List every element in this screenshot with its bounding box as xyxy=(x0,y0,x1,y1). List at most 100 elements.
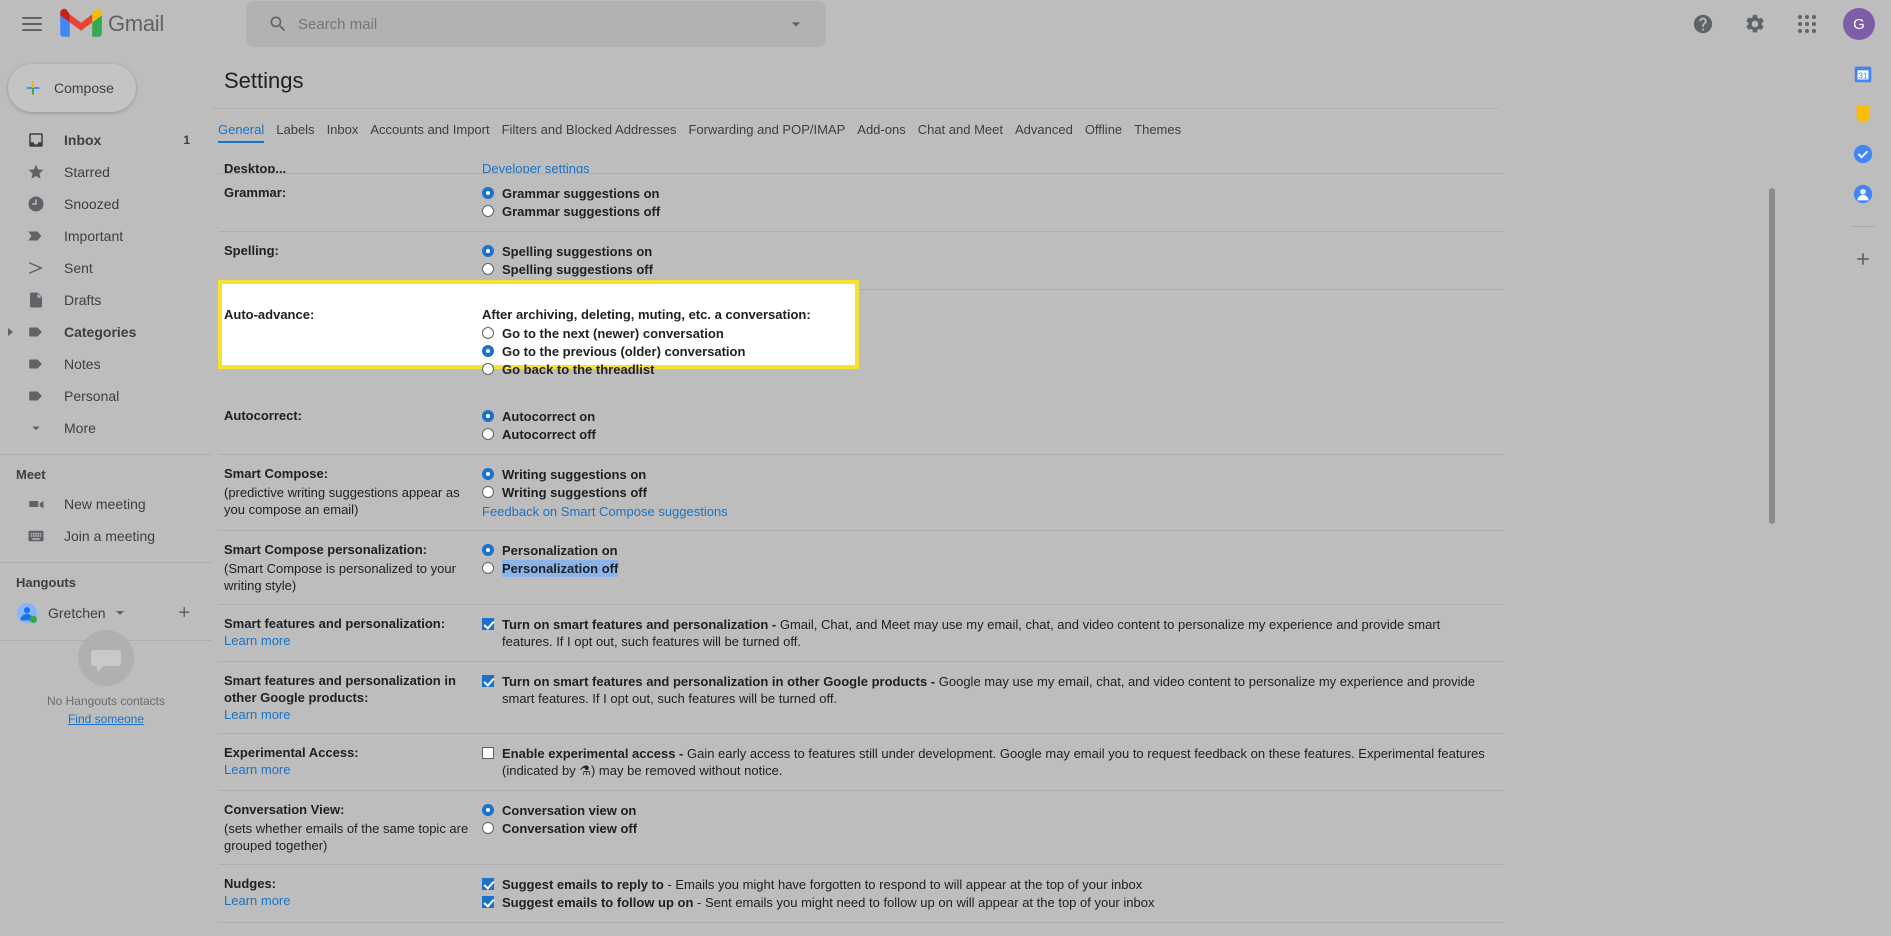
tab-inbox[interactable]: Inbox xyxy=(327,122,371,143)
calendar-icon[interactable]: 31 xyxy=(1851,62,1875,86)
smart-compose-option-on[interactable]: Writing suggestions on xyxy=(482,466,1486,483)
tab-chat-meet[interactable]: Chat and Meet xyxy=(918,122,1015,143)
smart-features-other-checkbox-row[interactable]: Turn on smart features and personalizati… xyxy=(482,673,1486,707)
compose-button[interactable]: Compose xyxy=(8,64,136,112)
sidebar-item-drafts[interactable]: Drafts xyxy=(0,284,212,316)
radio-icon[interactable] xyxy=(482,822,494,834)
sidebar-item-inbox[interactable]: Inbox 1 xyxy=(0,124,212,156)
conversation-view-options: Conversation view on Conversation view o… xyxy=(482,801,1504,854)
checkbox-icon[interactable] xyxy=(482,618,494,630)
settings-button[interactable] xyxy=(1731,0,1779,48)
tab-offline[interactable]: Offline xyxy=(1085,122,1134,143)
radio-icon[interactable] xyxy=(482,562,494,574)
radio-icon[interactable] xyxy=(482,544,494,556)
auto-advance-option-next[interactable]: Go to the next (newer) conversation xyxy=(482,325,1486,342)
radio-icon[interactable] xyxy=(482,804,494,816)
main-menu-button[interactable] xyxy=(8,0,56,48)
tab-accounts-import[interactable]: Accounts and Import xyxy=(370,122,501,143)
conversation-view-option-off[interactable]: Conversation view off xyxy=(482,820,1486,837)
radio-icon[interactable] xyxy=(482,410,494,422)
auto-advance-option-threadlist[interactable]: Go back to the threadlist xyxy=(482,361,1486,378)
radio-icon[interactable] xyxy=(482,245,494,257)
radio-icon[interactable] xyxy=(482,187,494,199)
smart-compose-feedback-link[interactable]: Feedback on Smart Compose suggestions xyxy=(482,504,728,519)
tab-themes[interactable]: Themes xyxy=(1134,122,1193,143)
tab-addons[interactable]: Add-ons xyxy=(857,122,917,143)
smart-compose-label: Smart Compose: (predictive writing sugge… xyxy=(218,465,482,520)
google-apps-button[interactable] xyxy=(1783,0,1831,48)
tab-filters[interactable]: Filters and Blocked Addresses xyxy=(502,122,689,143)
settings-scrollbar[interactable] xyxy=(1767,188,1777,524)
keep-icon[interactable] xyxy=(1851,102,1875,126)
radio-icon[interactable] xyxy=(482,486,494,498)
find-someone-link[interactable]: Find someone xyxy=(68,712,144,726)
hangouts-add-button[interactable]: + xyxy=(178,603,190,623)
smart-compose-option-off[interactable]: Writing suggestions off xyxy=(482,484,1486,501)
sidebar-item-categories[interactable]: Categories xyxy=(0,316,212,348)
gmail-brand[interactable]: Gmail xyxy=(60,8,220,40)
sidebar-item-label: Inbox xyxy=(64,132,102,148)
sidebar-item-starred[interactable]: Starred xyxy=(0,156,212,188)
sidebar-item-label: Personal xyxy=(64,388,120,404)
sidebar-item-personal[interactable]: Personal xyxy=(0,380,212,412)
sidebar-item-snoozed[interactable]: Snoozed xyxy=(0,188,212,220)
scrollbar-thumb[interactable] xyxy=(1769,188,1775,524)
autocorrect-option-on[interactable]: Autocorrect on xyxy=(482,408,1486,425)
radio-icon[interactable] xyxy=(482,363,494,375)
personalization-option-on[interactable]: Personalization on xyxy=(482,542,1486,559)
radio-icon[interactable] xyxy=(482,345,494,357)
nudges-label: Nudges: Learn more xyxy=(218,875,482,912)
sidebar-item-more[interactable]: More xyxy=(0,412,212,444)
radio-icon[interactable] xyxy=(482,327,494,339)
option-label: Grammar suggestions on xyxy=(502,186,660,201)
sidebar-item-important[interactable]: Important xyxy=(0,220,212,252)
tab-general[interactable]: General xyxy=(218,122,276,143)
developer-settings-link[interactable]: Developer settings xyxy=(482,161,590,173)
help-button[interactable] xyxy=(1679,0,1727,48)
search-input[interactable] xyxy=(298,15,778,33)
sidebar-item-sent[interactable]: Sent xyxy=(0,252,212,284)
autocorrect-option-off[interactable]: Autocorrect off xyxy=(482,426,1486,443)
radio-icon[interactable] xyxy=(482,205,494,217)
auto-advance-option-previous[interactable]: Go to the previous (older) conversation xyxy=(482,343,1486,360)
hangouts-user-row[interactable]: Gretchen + xyxy=(0,596,212,630)
personalization-option-off[interactable]: Personalization off xyxy=(482,560,1486,577)
spelling-option-on[interactable]: Spelling suggestions on xyxy=(482,243,1486,260)
nudges-option-reply[interactable]: Suggest emails to reply to - Emails you … xyxy=(482,876,1486,893)
account-avatar[interactable]: G xyxy=(1843,8,1875,40)
tasks-icon[interactable] xyxy=(1851,142,1875,166)
tab-labels[interactable]: Labels xyxy=(276,122,326,143)
learn-more-link[interactable]: Learn more xyxy=(224,632,482,649)
sidebar-item-notes[interactable]: Notes xyxy=(0,348,212,380)
add-addon-icon[interactable] xyxy=(1851,247,1875,271)
learn-more-link[interactable]: Learn more xyxy=(224,706,482,723)
checkbox-icon[interactable] xyxy=(482,747,494,759)
tab-forwarding[interactable]: Forwarding and POP/IMAP xyxy=(688,122,857,143)
search-icon[interactable] xyxy=(258,14,298,34)
draft-icon xyxy=(26,290,46,310)
conversation-view-option-on[interactable]: Conversation view on xyxy=(482,802,1486,819)
sidebar-item-join-meeting[interactable]: Join a meeting xyxy=(0,520,212,552)
checkbox-icon[interactable] xyxy=(482,878,494,890)
radio-icon[interactable] xyxy=(482,263,494,275)
learn-more-link[interactable]: Learn more xyxy=(224,892,482,909)
chevron-right-icon[interactable] xyxy=(8,328,13,336)
radio-icon[interactable] xyxy=(482,428,494,440)
nudges-option-followup[interactable]: Suggest emails to follow up on - Sent em… xyxy=(482,894,1486,911)
radio-icon[interactable] xyxy=(482,468,494,480)
search-bar[interactable] xyxy=(246,1,826,47)
grammar-option-off[interactable]: Grammar suggestions off xyxy=(482,203,1486,220)
spelling-option-off[interactable]: Spelling suggestions off xyxy=(482,261,1486,278)
smart-features-checkbox-row[interactable]: Turn on smart features and personalizati… xyxy=(482,616,1486,650)
tab-advanced[interactable]: Advanced xyxy=(1015,122,1085,143)
grammar-option-on[interactable]: Grammar suggestions on xyxy=(482,185,1486,202)
search-options-button[interactable] xyxy=(778,14,814,34)
experimental-access-checkbox-row[interactable]: Enable experimental access - Gain early … xyxy=(482,745,1486,779)
chevron-down-icon[interactable] xyxy=(115,611,124,615)
sidebar-item-new-meeting[interactable]: New meeting xyxy=(0,488,212,520)
checkbox-icon[interactable] xyxy=(482,675,494,687)
learn-more-link[interactable]: Learn more xyxy=(224,761,482,778)
contacts-icon[interactable] xyxy=(1851,182,1875,206)
checkbox-icon[interactable] xyxy=(482,896,494,908)
settings-scroll-pane[interactable]: Desktop... Developer settings Grammar: G… xyxy=(212,160,1835,936)
